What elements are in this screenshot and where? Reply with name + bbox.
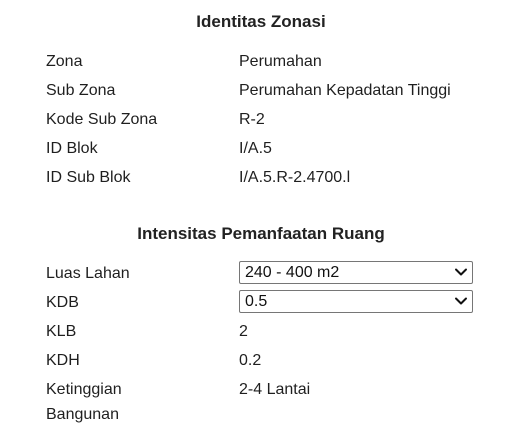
zona-label: Zona: [46, 53, 83, 70]
id-blok-value: I/A.5: [239, 140, 272, 157]
ketinggian-bangunan-value: 2-4 Lantai: [239, 381, 311, 398]
chevron-down-icon: [455, 297, 467, 305]
klb-value: 2: [239, 323, 248, 340]
ketinggian-label-line2: Bangunan: [46, 406, 119, 423]
luas-lahan-selected-value: 240 - 400 m2: [245, 264, 340, 281]
zona-value: Perumahan: [239, 53, 322, 70]
kdb-select[interactable]: 0.5: [239, 290, 473, 313]
kdh-label: KDH: [46, 352, 80, 369]
kode-sub-zona-label: Kode Sub Zona: [46, 111, 158, 128]
klb-label: KLB: [46, 323, 77, 340]
kode-sub-zona-value: R-2: [239, 111, 265, 128]
luas-lahan-select[interactable]: 240 - 400 m2: [239, 261, 473, 284]
ketinggian-label-line1: Ketinggian: [46, 381, 122, 398]
id-sub-blok-label: ID Sub Blok: [46, 169, 131, 186]
id-sub-blok-value: I/A.5.R-2.4700.l: [239, 169, 351, 186]
kdh-value: 0.2: [239, 352, 262, 369]
sub-zona-label: Sub Zona: [46, 82, 116, 99]
kdb-selected-value: 0.5: [245, 293, 268, 310]
ketinggian-bangunan-row: Ketinggian Bangunan 2-4 Lantai: [46, 377, 486, 427]
kdb-label: KDB: [46, 294, 79, 311]
sub-zona-value: Perumahan Kepadatan Tinggi: [239, 82, 451, 99]
identitas-zonasi-title: Identitas Zonasi: [196, 12, 326, 31]
intensitas-pemanfaatan-ruang-title: Intensitas Pemanfaatan Ruang: [137, 224, 385, 243]
luas-lahan-label: Luas Lahan: [46, 265, 130, 282]
id-blok-label: ID Blok: [46, 140, 98, 157]
ketinggian-bangunan-label: Ketinggian Bangunan: [46, 377, 226, 427]
chevron-down-icon: [455, 268, 467, 276]
